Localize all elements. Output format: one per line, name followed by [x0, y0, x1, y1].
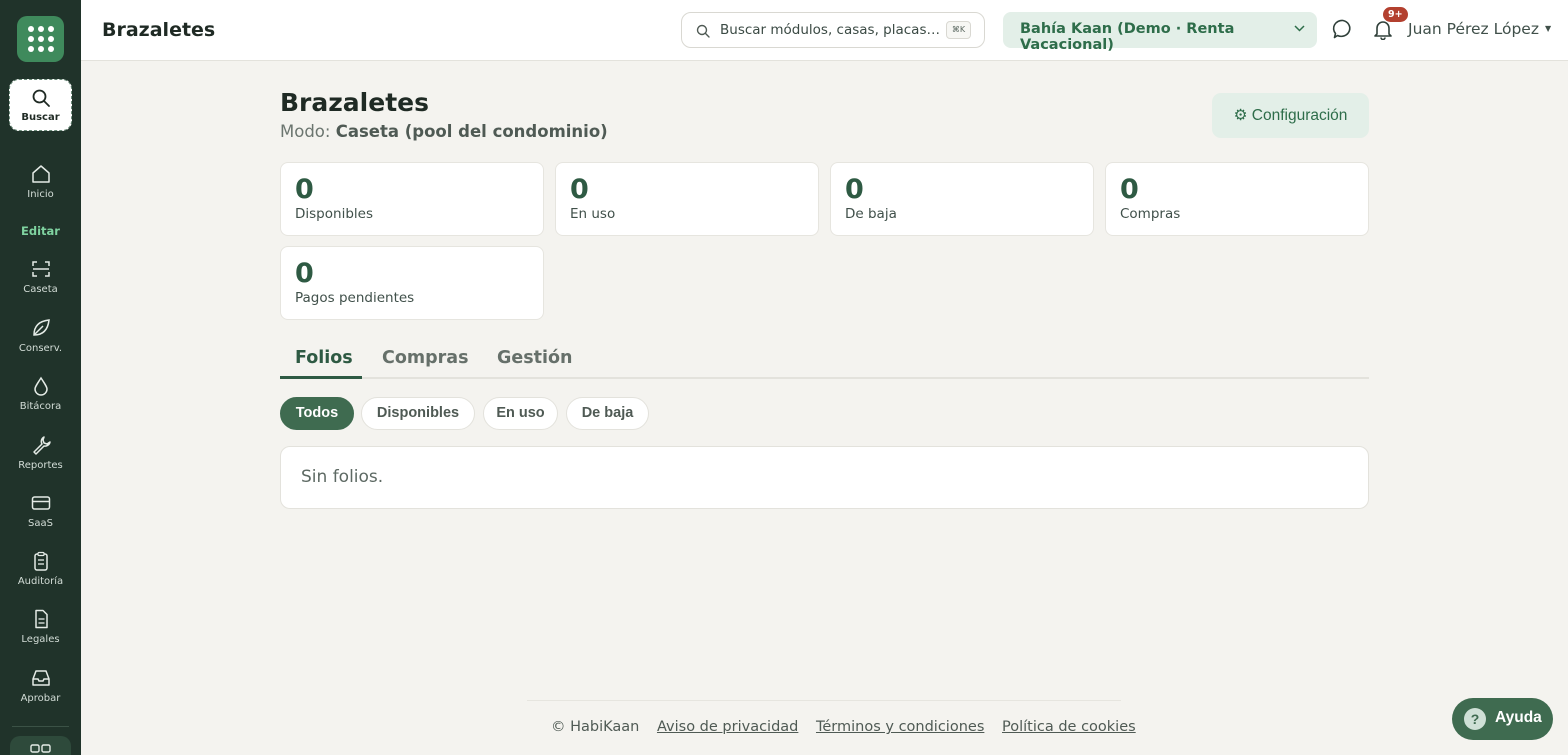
folios-list: Sin folios. [280, 446, 1369, 509]
property-selector[interactable]: Bahía Kaan (Demo · Renta Vacacional) [1003, 12, 1317, 53]
stat-value: 0 [570, 174, 589, 205]
sidebar-item-label: Aprobar [20, 693, 61, 704]
search-input[interactable] [720, 19, 940, 41]
sidebar-item-label: Inicio [27, 189, 54, 200]
sidebar-search-label: Buscar [21, 112, 60, 123]
inbox-icon [31, 670, 50, 686]
footer-copyright: © HabiKaan [551, 719, 640, 735]
sidebar-item-auditoria[interactable]: Auditoría [0, 550, 81, 587]
search-icon [32, 89, 50, 107]
sidebar-item-saas[interactable]: SaaS [0, 492, 81, 529]
stat-label: Pagos pendientes [295, 290, 415, 306]
empty-state-message: Sin folios. [301, 467, 384, 487]
drop-icon [33, 376, 48, 396]
filter-chip-disponibles[interactable]: Disponibles [361, 397, 475, 430]
tab-gestion[interactable]: Gestión [497, 348, 573, 368]
topbar: Brazaletes ⌘K Bahía Kaan (Demo · Renta V… [81, 0, 1568, 61]
footer-link-cookies[interactable]: Política de cookies [1002, 719, 1136, 735]
sidebar-item-label: Caseta [23, 284, 58, 295]
sidebar-item-reportes[interactable]: Reportes [0, 434, 81, 471]
sidebar-search-button[interactable]: Buscar [9, 79, 72, 131]
filter-chip-en-uso[interactable]: En uso [483, 397, 558, 430]
footer-link-terms[interactable]: Términos y condiciones [816, 719, 984, 735]
active-tab-indicator [280, 376, 362, 379]
user-menu[interactable]: Juan Pérez López ▼ [1408, 20, 1551, 38]
sidebar-divider [12, 726, 69, 727]
stat-label: En uso [570, 206, 616, 222]
document-icon [34, 609, 48, 629]
sidebar-item-aprobar[interactable]: Aprobar [0, 667, 81, 704]
stat-value: 0 [1120, 174, 1139, 205]
footer: © HabiKaan Aviso de privacidad Términos … [551, 719, 1136, 735]
footer-link-privacy[interactable]: Aviso de privacidad [657, 719, 798, 735]
sidebar-item-label: Auditoría [17, 576, 64, 587]
stat-card-pagos-pendientes: 0 Pagos pendientes [280, 246, 544, 320]
tab-folios[interactable]: Folios [295, 348, 353, 368]
sidebar-item-label: SaaS [28, 518, 53, 529]
stat-card-de-baja: 0 De baja [830, 162, 1094, 236]
mode-line: Modo: Caseta (pool del condominio) [280, 122, 608, 141]
chat-button[interactable] [1332, 18, 1354, 44]
stat-card-disponibles: 0 Disponibles [280, 162, 544, 236]
sidebar-item-label: Reportes [18, 460, 63, 471]
scan-icon [31, 261, 50, 277]
sidebar-section-editar[interactable]: Editar [0, 224, 81, 238]
clipboard-icon [33, 551, 48, 571]
home-icon [31, 165, 50, 183]
notifications-badge: 9+ [1383, 7, 1408, 22]
stat-label: Disponibles [295, 206, 373, 222]
chat-bubble-icon [1332, 19, 1351, 39]
topbar-title: Brazaletes [102, 19, 216, 41]
page-title: Brazaletes [280, 88, 429, 117]
stat-value: 0 [845, 174, 864, 205]
sidebar-item-legales[interactable]: Legales [0, 608, 81, 645]
tab-bar: Folios Compras Gestión [280, 339, 1369, 379]
wrench-icon [32, 436, 51, 455]
sidebar-item-label: Bitácora [19, 401, 62, 412]
sidebar: Buscar Inicio Editar Caseta Conserv. Bit… [0, 0, 81, 755]
sidebar-toggle-button[interactable] [10, 736, 71, 755]
sidebar-item-inicio[interactable]: Inicio [0, 163, 81, 200]
stat-card-compras: 0 Compras [1105, 162, 1369, 236]
stat-card-en-uso: 0 En uso [555, 162, 819, 236]
apps-grid-icon[interactable] [17, 16, 64, 62]
card-icon [31, 496, 50, 510]
search-icon [696, 24, 710, 38]
help-button[interactable]: ? Ayuda [1452, 698, 1553, 740]
help-button-label: Ayuda [1495, 709, 1542, 726]
filter-chip-de-baja[interactable]: De baja [566, 397, 649, 430]
filter-chip-todos[interactable]: Todos [280, 397, 354, 430]
stat-value: 0 [295, 174, 314, 205]
configuration-button[interactable]: ⚙ Configuración [1212, 93, 1369, 138]
sidebar-item-label: Legales [21, 634, 60, 645]
user-name: Juan Pérez López [1408, 20, 1539, 38]
property-selector-label: Bahía Kaan (Demo · Renta Vacacional) [1020, 21, 1235, 53]
layout-icon [30, 744, 51, 753]
sidebar-item-label: Conserv. [18, 343, 63, 354]
caret-down-icon: ▼ [1544, 24, 1552, 33]
sidebar-item-caseta[interactable]: Caseta [0, 258, 81, 295]
stat-value: 0 [295, 258, 314, 289]
stat-label: De baja [845, 206, 897, 222]
mode-value: Caseta (pool del condominio) [335, 122, 608, 141]
search-shortcut-hint: ⌘K [946, 21, 971, 39]
stat-label: Compras [1120, 206, 1181, 222]
sidebar-item-bitacora[interactable]: Bitácora [0, 375, 81, 412]
footer-divider [527, 700, 1121, 701]
question-icon: ? [1464, 708, 1486, 730]
global-search[interactable]: ⌘K [681, 12, 985, 48]
leaf-icon [32, 319, 50, 336]
chevron-down-icon [1294, 25, 1305, 32]
tab-compras[interactable]: Compras [382, 348, 468, 368]
mode-label: Modo: [280, 122, 331, 141]
sidebar-item-conserv[interactable]: Conserv. [0, 317, 81, 354]
